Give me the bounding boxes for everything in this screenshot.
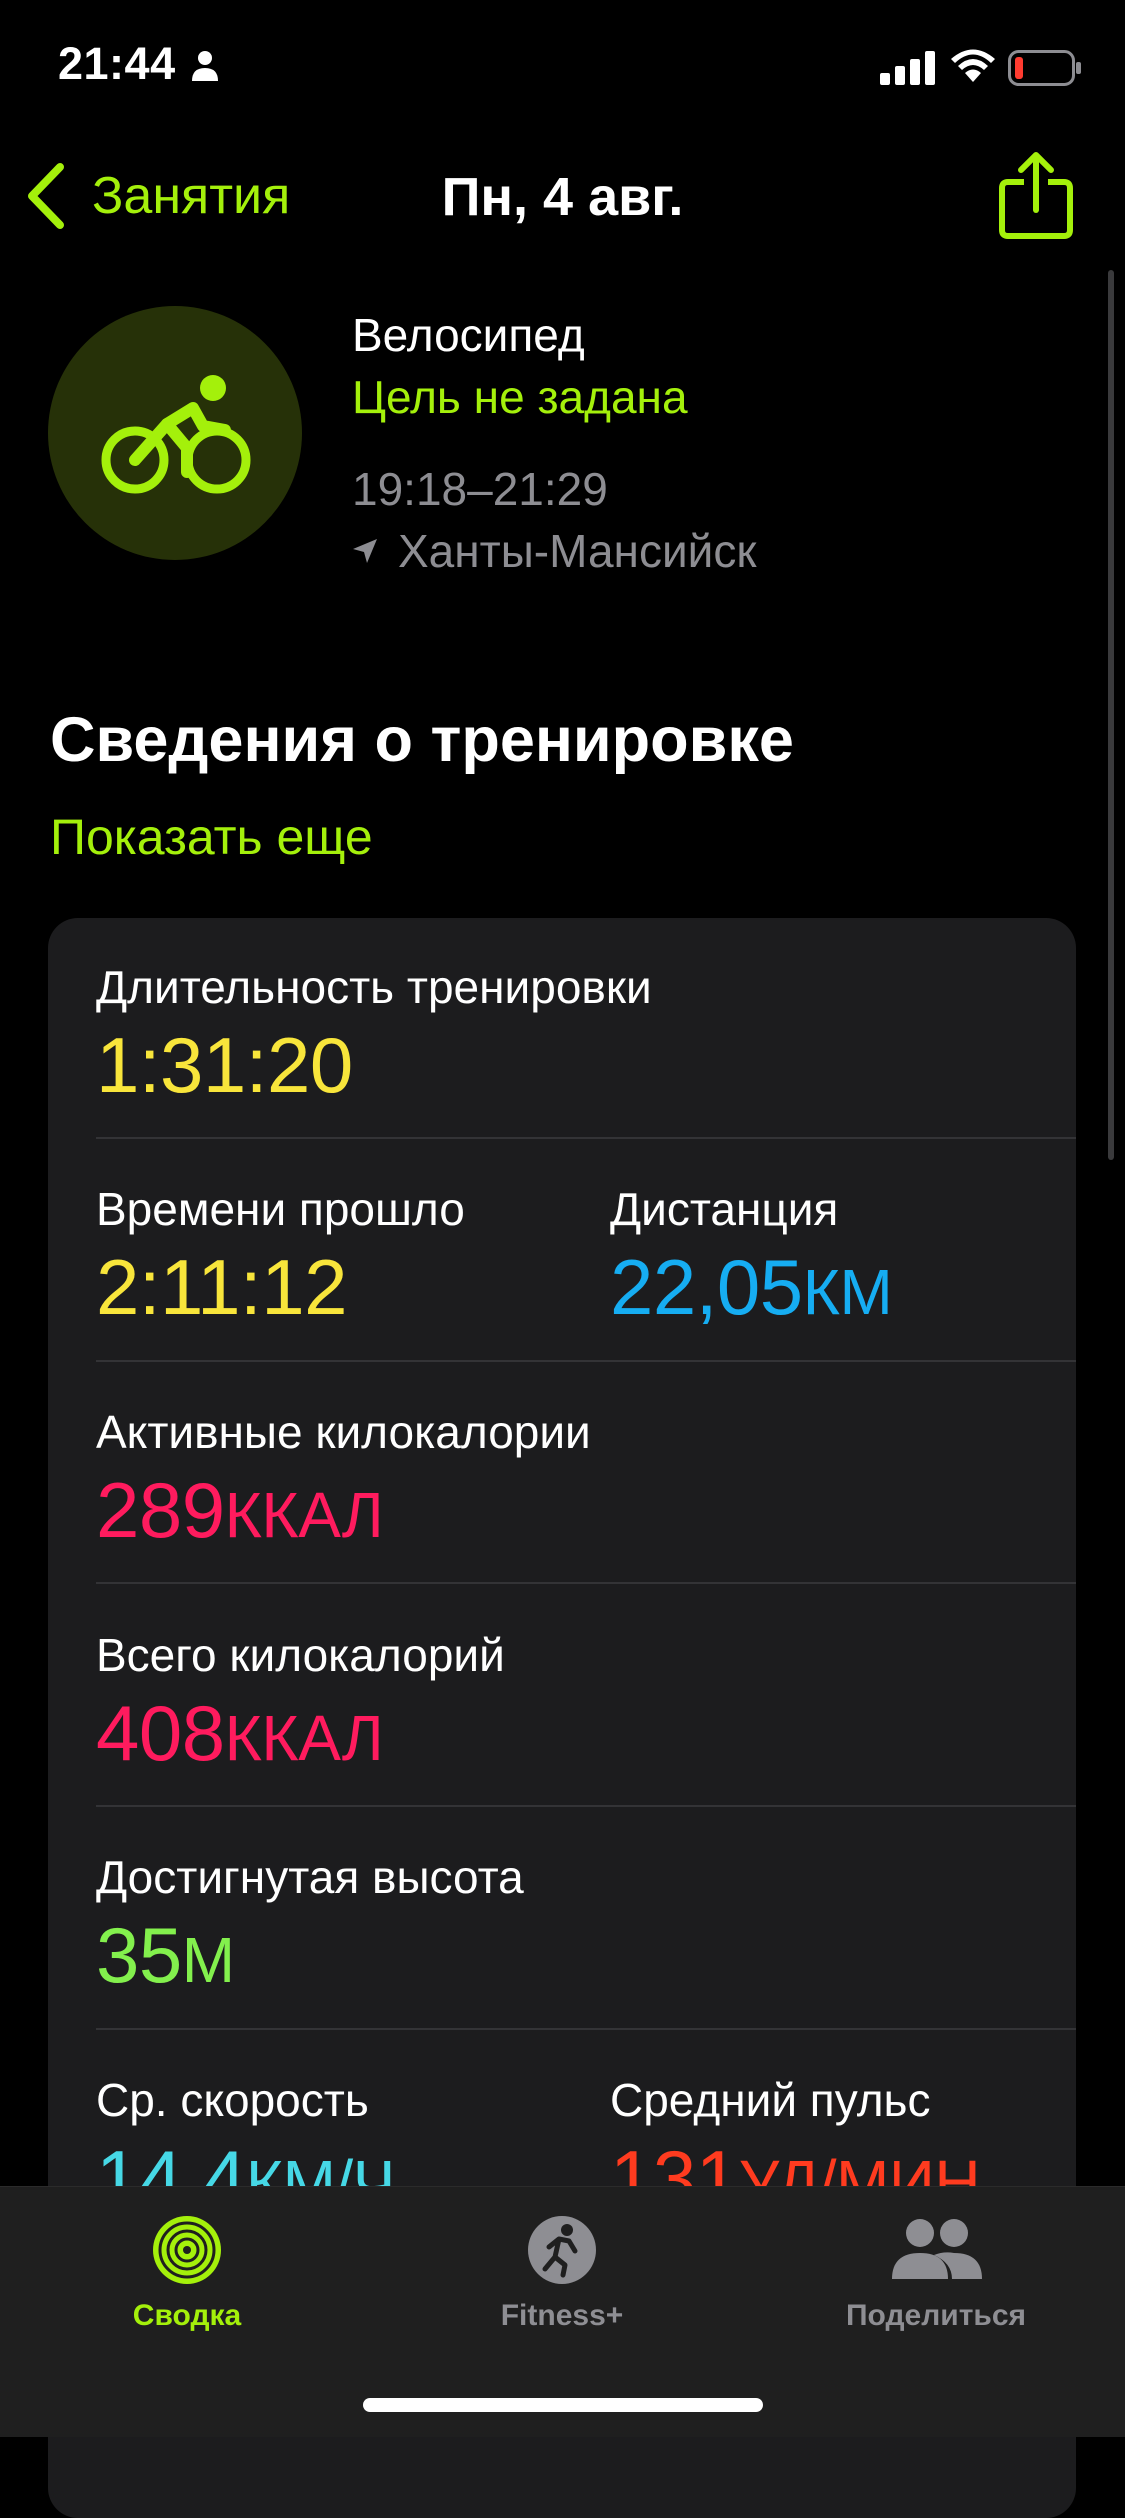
- metric-label: Длительность тренировки: [96, 961, 652, 1013]
- metric-duration: Длительность тренировки 1:31:20: [96, 960, 1028, 1111]
- location-name: Ханты-Мансийск: [398, 525, 757, 577]
- show-more-link[interactable]: Показать еще: [50, 808, 373, 866]
- divider: [96, 1805, 1076, 1807]
- metric-value: 22,05КМ: [610, 1243, 893, 1331]
- fitness-plus-icon: [528, 2216, 596, 2284]
- activity-rings-icon: [153, 2216, 221, 2284]
- cellular-signal-icon: [880, 51, 935, 85]
- metric-label: Всего килокалорий: [96, 1629, 505, 1681]
- sharing-people-icon: [892, 2219, 982, 2279]
- status-time: 21:44: [58, 38, 176, 89]
- divider: [96, 1360, 1076, 1362]
- metric-row: Времени прошло 2:11:12 Дистанция 22,05КМ: [96, 1182, 1028, 1333]
- workout-type-badge: [48, 306, 302, 560]
- workout-type: Велосипед: [352, 309, 585, 361]
- metric-value: 289ККАЛ: [96, 1466, 384, 1554]
- share-icon[interactable]: [996, 150, 1076, 240]
- tab-label: Сводка: [132, 2299, 242, 2332]
- home-indicator: [363, 2398, 763, 2412]
- tab-fitness-plus[interactable]: Fitness+: [412, 2213, 712, 2333]
- metric-label: Дистанция: [610, 1183, 839, 1235]
- divider: [96, 2028, 1076, 2030]
- workout-location: Ханты-Мансийск: [352, 524, 756, 578]
- location-arrow-icon: [353, 539, 377, 563]
- metric-label: Достигнутая высота: [96, 1851, 524, 1903]
- tab-summary[interactable]: Сводка: [37, 2213, 337, 2333]
- tab-sharing[interactable]: Поделиться: [786, 2213, 1086, 2333]
- tab-label: Поделиться: [845, 2299, 1027, 2332]
- tab-label: Fitness+: [500, 2299, 624, 2332]
- chevron-left-icon: [28, 163, 64, 229]
- person-icon: [192, 51, 218, 81]
- metric-active-kcal: Активные килокалории 289ККАЛ: [96, 1405, 1028, 1556]
- metric-label: Средний пульс: [610, 2074, 931, 2126]
- workout-goal: Цель не задана: [352, 371, 688, 423]
- wifi-icon: [951, 49, 995, 82]
- divider: [96, 1582, 1076, 1584]
- back-button-label: Занятия: [92, 167, 291, 225]
- divider: [96, 1137, 1076, 1139]
- metric-distance: Дистанция 22,05КМ: [610, 1182, 893, 1333]
- metric-value: 408ККАЛ: [96, 1689, 384, 1777]
- metric-label: Активные килокалории: [96, 1406, 591, 1458]
- metric-total-kcal: Всего килокалорий 408ККАЛ: [96, 1628, 1028, 1779]
- metric-elevation: Достигнутая высота 35М: [96, 1850, 1028, 2001]
- metric-value: 35М: [96, 1911, 235, 1999]
- cycling-icon: [101, 375, 251, 494]
- workout-time-range: 19:18–21:29: [352, 463, 608, 515]
- back-button[interactable]: Занятия: [24, 160, 290, 232]
- battery-low-icon: [1008, 50, 1081, 86]
- scrollbar[interactable]: [1108, 270, 1114, 1160]
- metric-value: 1:31:20: [96, 1021, 353, 1109]
- section-title: Сведения о тренировке: [50, 705, 794, 775]
